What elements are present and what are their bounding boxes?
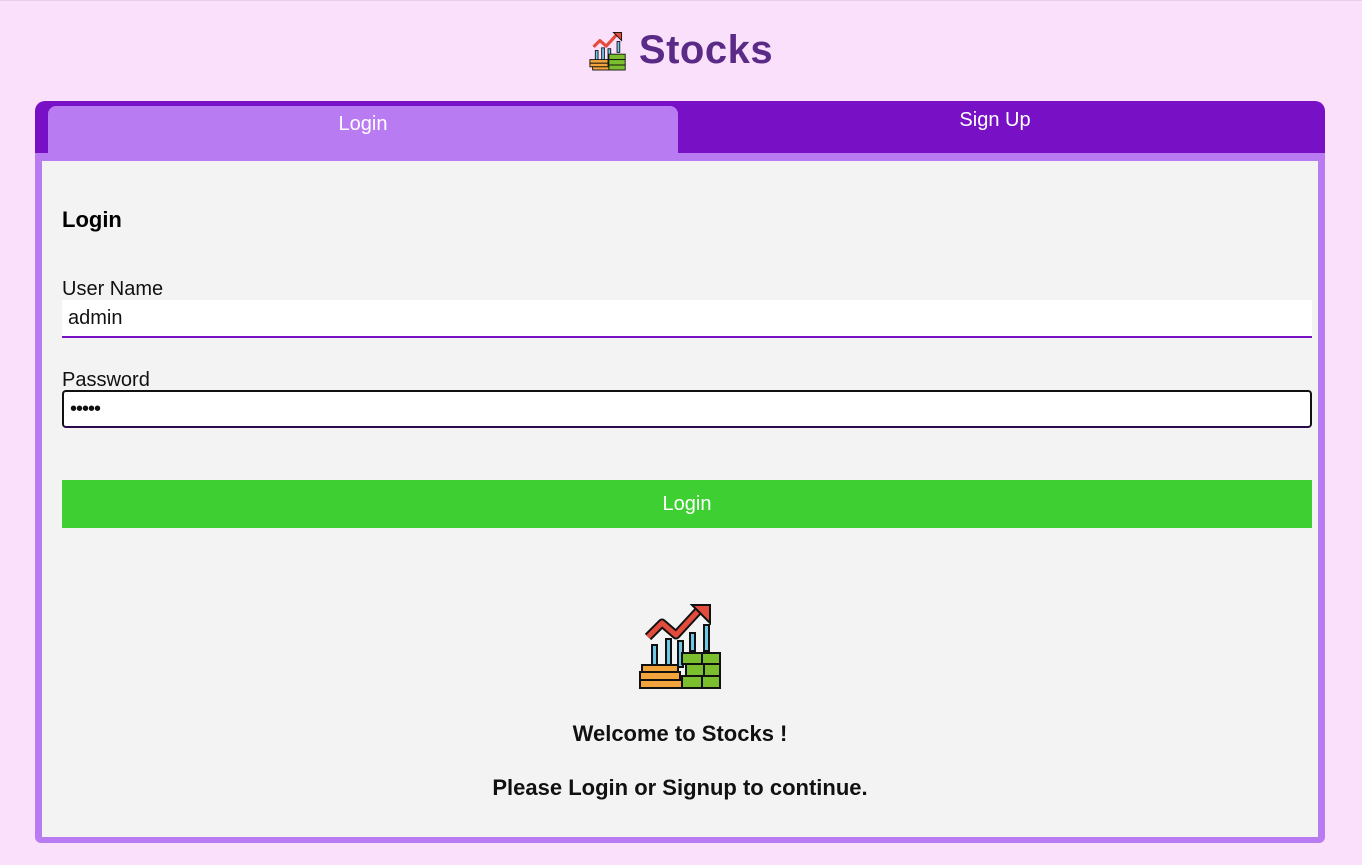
welcome-instruction: Please Login or Signup to continue. [492,775,868,800]
login-button[interactable]: Login [62,480,1312,528]
username-label: User Name [62,278,164,300]
login-card-content: Login User Name Password Login [42,161,1318,837]
form-heading: Login [62,207,122,232]
app-title: Stocks [638,28,774,72]
password-label: Password [62,369,150,391]
app-header: Stocks [0,28,1362,73]
stocks-chart-coins-icon [639,604,721,689]
window-top-border [0,0,1362,1]
login-page: Stocks Login Sign Up Login User Name Pas… [0,0,1362,865]
password-input[interactable] [62,390,1312,428]
tab-bar: Login Sign Up [35,101,1325,161]
stocks-chart-coins-icon [589,31,626,70]
welcome-message: Welcome to Stocks ! [572,721,788,746]
login-card: Login User Name Password Login [35,153,1325,843]
username-input[interactable] [62,300,1312,338]
